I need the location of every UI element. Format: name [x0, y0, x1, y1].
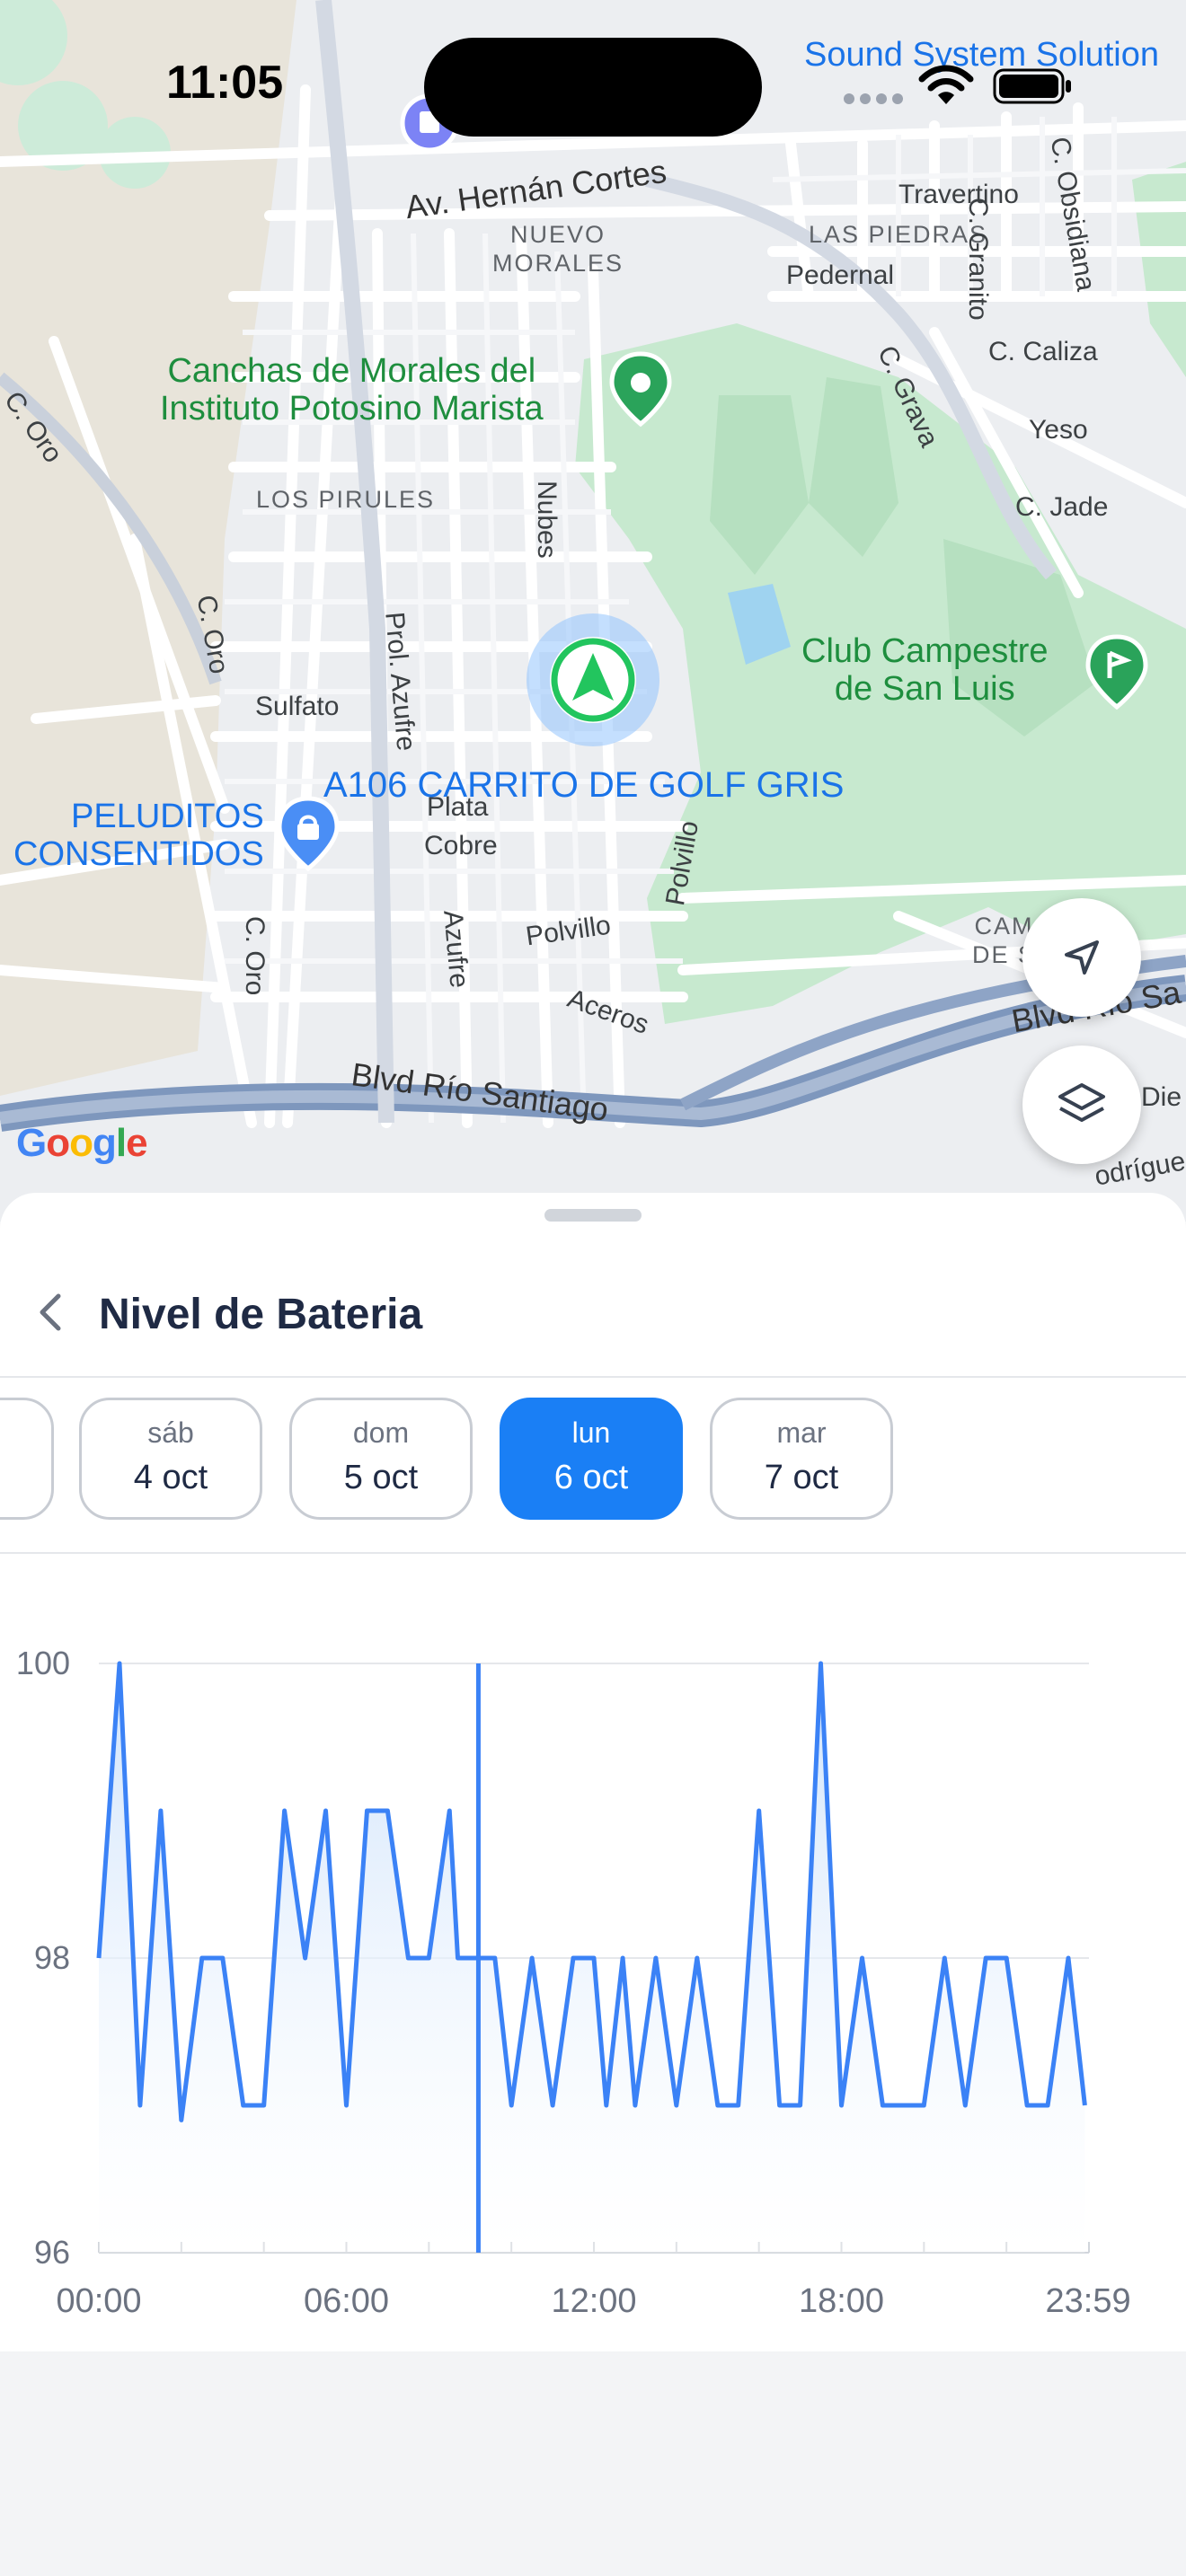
poi-label-peluditos: PELUDITOS CONSENTIDOS — [13, 798, 264, 873]
poi-label-club-campestre: Club Campestre de San Luis — [801, 632, 1049, 708]
google-logo: Google — [16, 1121, 148, 1165]
day-chip-weekday: lun — [571, 1416, 611, 1449]
sheet-header: Nivel de Bateria — [0, 1263, 1186, 1378]
street-label-c-oro-low: C. Oro — [240, 916, 270, 996]
area-label-las-piedras: LAS PIEDRAS — [809, 221, 988, 248]
day-chip[interactable]: sáb 4 oct — [79, 1398, 262, 1520]
battery-icon — [993, 68, 1071, 104]
day-chip[interactable]: mar 7 oct — [710, 1398, 893, 1520]
x-tick-label: 00:00 — [56, 2282, 141, 2320]
day-chip-date: 4 oct — [133, 1459, 208, 1496]
dynamic-island — [424, 38, 762, 137]
map-view[interactable]: Sound System Solution Av. Hernán Cortes … — [0, 0, 1186, 1222]
x-tick-label: 18:00 — [799, 2282, 884, 2320]
status-time: 11:05 — [166, 57, 284, 109]
day-chip-date: 7 oct — [764, 1459, 839, 1496]
day-chip[interactable]: dom 5 oct — [289, 1398, 473, 1520]
day-chip-partial[interactable] — [0, 1398, 54, 1520]
locate-button[interactable] — [1022, 898, 1141, 1017]
y-tick-label: 100 — [16, 1645, 70, 1681]
layers-button[interactable] — [1022, 1045, 1141, 1164]
area-label-los-pirules: LOS PIRULES — [256, 486, 436, 513]
street-label-travertino: Travertino — [898, 180, 1019, 209]
day-chip-weekday: dom — [352, 1416, 410, 1449]
street-label-cobre: Cobre — [424, 831, 498, 860]
street-label-c-jade: C. Jade — [1015, 492, 1109, 522]
day-chip-selected[interactable]: lun 6 oct — [500, 1398, 683, 1520]
pet-store-pin-icon[interactable] — [274, 795, 342, 872]
day-chip-date: 6 oct — [553, 1459, 629, 1496]
back-button[interactable] — [27, 1288, 75, 1337]
park-pin-icon[interactable] — [606, 350, 675, 428]
street-label-yeso: Yeso — [1029, 415, 1088, 445]
chart-bottom-edge — [0, 2351, 1186, 2353]
y-tick-label: 98 — [34, 1939, 70, 1976]
navigation-arrow-icon[interactable] — [526, 613, 660, 747]
location-arrow-icon — [1065, 940, 1099, 975]
street-label-pedernal: Pedernal — [786, 260, 895, 290]
street-label-sulfato: Sulfato — [255, 692, 340, 721]
day-chip-date: 5 oct — [343, 1459, 419, 1496]
street-label-nubes: Nubes — [532, 481, 562, 559]
poi-label-sound-system: Sound System Solution — [804, 36, 1160, 74]
dots-icon — [844, 93, 903, 104]
y-tick-label: 96 — [34, 2234, 70, 2271]
x-tick-label: 06:00 — [304, 2282, 389, 2320]
street-label-c-granito: C. Granito — [963, 198, 993, 321]
layers-icon — [1058, 1083, 1105, 1122]
x-tick-label: 12:00 — [551, 2282, 636, 2320]
vehicle-label[interactable]: A106 CARRITO DE GOLF GRIS — [323, 765, 844, 806]
x-tick-label: 23:59 — [1046, 2282, 1131, 2320]
area-label-nuevo-morales: NUEVO MORALES — [492, 221, 624, 277]
street-label-die: Die — [1141, 1082, 1182, 1112]
wifi-icon — [918, 65, 974, 104]
day-selector[interactable]: sáb 4 oct dom 5 oct lun 6 oct mar 7 oct — [0, 1376, 1186, 1554]
chevron-left-icon — [40, 1293, 61, 1331]
street-label-c-caliza: C. Caliza — [988, 337, 1098, 366]
golf-pin-icon[interactable] — [1083, 633, 1151, 710]
battery-level-chart[interactable]: 96 98 100 00:00 06:00 12:00 18:00 23:59 — [0, 1599, 1186, 2353]
poi-label-canchas: Canchas de Morales del Instituto Potosino… — [160, 352, 544, 428]
day-chip-weekday: sáb — [147, 1416, 194, 1449]
sheet-drag-handle[interactable] — [544, 1209, 642, 1222]
day-chip-weekday: mar — [776, 1416, 827, 1449]
page-title: Nivel de Bateria — [99, 1291, 423, 1338]
